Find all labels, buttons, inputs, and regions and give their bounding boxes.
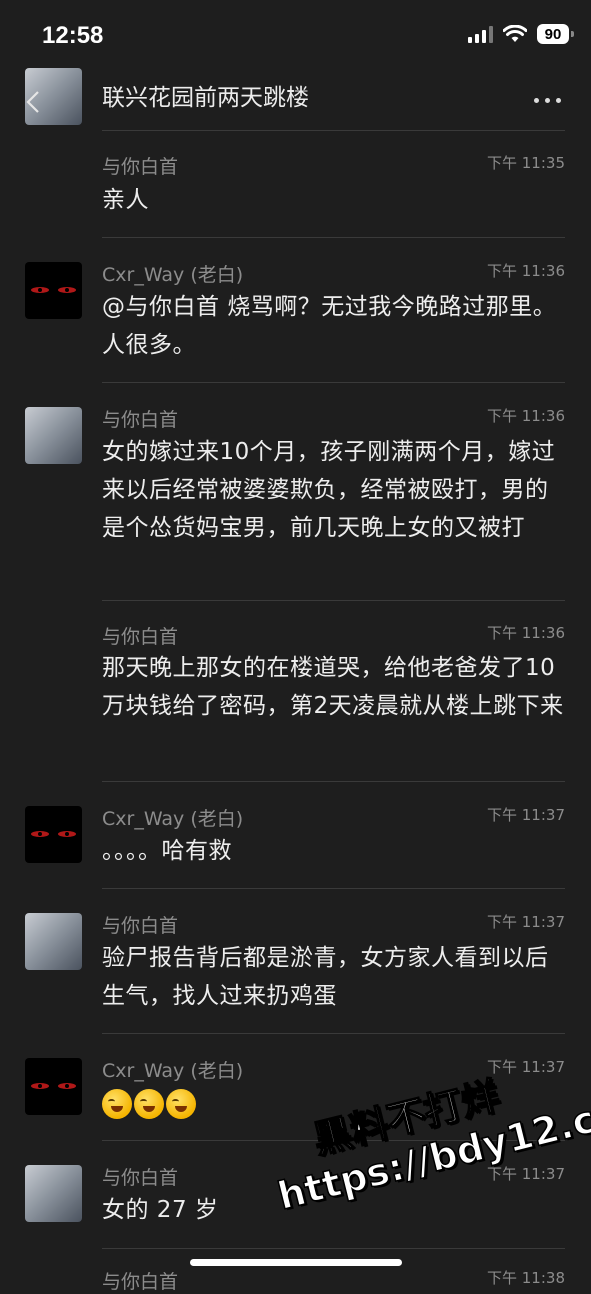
battery-icon: 90 bbox=[537, 24, 574, 44]
message-text: 女的 27 岁 bbox=[102, 1197, 219, 1223]
message-sender: 与你白首 bbox=[102, 1271, 179, 1293]
avatar[interactable] bbox=[25, 806, 82, 863]
avatar[interactable] bbox=[25, 1165, 82, 1222]
message-time: 下午 11:36 bbox=[487, 262, 565, 280]
message-time: 下午 11:35 bbox=[487, 154, 565, 172]
message-sender: Cxr_Way (老白) bbox=[102, 264, 244, 286]
message-text: 那天晚上那女的在楼道哭，给他老爸发了10万块钱给了密码，第2天凌晨就从楼上跳下来 bbox=[102, 655, 564, 719]
message-sender: 与你白首 bbox=[102, 915, 179, 937]
red-eyes-avatar-icon bbox=[31, 287, 76, 293]
message-sender: 与你白首 bbox=[102, 156, 179, 178]
divider bbox=[102, 781, 565, 782]
chat-title: 联兴花园前两天跳楼 bbox=[102, 85, 309, 111]
divider bbox=[102, 600, 565, 601]
message-time: 下午 11:37 bbox=[487, 1165, 565, 1183]
message-sender: Cxr_Way (老白) bbox=[102, 1060, 244, 1082]
chat-header: 联兴花园前两天跳楼 bbox=[0, 68, 591, 130]
message-sender: 与你白首 bbox=[102, 626, 179, 648]
divider bbox=[102, 1140, 565, 1141]
home-indicator[interactable] bbox=[190, 1259, 402, 1266]
message-time: 下午 11:36 bbox=[487, 624, 565, 642]
avatar[interactable] bbox=[25, 1058, 82, 1115]
laughing-crying-emoji-icon bbox=[102, 1089, 132, 1119]
message-sender: 与你白首 bbox=[102, 409, 179, 431]
divider bbox=[102, 382, 565, 383]
back-chevron-icon[interactable] bbox=[22, 88, 46, 116]
avatar[interactable] bbox=[25, 407, 82, 464]
message-time: 下午 11:37 bbox=[487, 806, 565, 824]
message-text: 。。。。哈有救 bbox=[102, 838, 232, 864]
avatar[interactable] bbox=[25, 262, 82, 319]
message-time: 下午 11:36 bbox=[487, 407, 565, 425]
status-time: 12:58 bbox=[42, 22, 104, 49]
message-text: 女的嫁过来10个月，孩子刚满两个月，嫁过来以后经常被婆婆欺负，经常被殴打，男的是… bbox=[102, 439, 556, 541]
laughing-crying-emoji-icon bbox=[134, 1089, 164, 1119]
divider bbox=[102, 237, 565, 238]
wifi-icon bbox=[503, 25, 527, 42]
message-text: @与你白首 烧骂啊？无过我今晚路过那里。人很多。 bbox=[102, 294, 557, 358]
red-eyes-avatar-icon bbox=[31, 831, 76, 837]
message-time: 下午 11:37 bbox=[487, 1058, 565, 1076]
more-options-icon[interactable] bbox=[534, 98, 561, 103]
red-eyes-avatar-icon bbox=[31, 1083, 76, 1089]
message-sender: Cxr_Way (老白) bbox=[102, 808, 244, 830]
divider bbox=[102, 1033, 565, 1034]
cellular-signal-icon bbox=[468, 25, 493, 43]
message-text: 亲人 bbox=[102, 187, 149, 213]
status-icons: 90 bbox=[468, 24, 574, 44]
message-sender: 与你白首 bbox=[102, 1167, 179, 1189]
avatar[interactable] bbox=[25, 913, 82, 970]
divider bbox=[102, 1248, 565, 1249]
divider bbox=[102, 888, 565, 889]
divider bbox=[102, 130, 565, 131]
message-time: 下午 11:38 bbox=[487, 1269, 565, 1287]
emoji-row bbox=[102, 1089, 196, 1119]
message-time: 下午 11:37 bbox=[487, 913, 565, 931]
laughing-crying-emoji-icon bbox=[166, 1089, 196, 1119]
message-text: 验尸报告背后都是淤青，女方家人看到以后生气，找人过来扔鸡蛋 bbox=[102, 945, 549, 1009]
status-bar: 12:58 90 bbox=[0, 0, 591, 68]
